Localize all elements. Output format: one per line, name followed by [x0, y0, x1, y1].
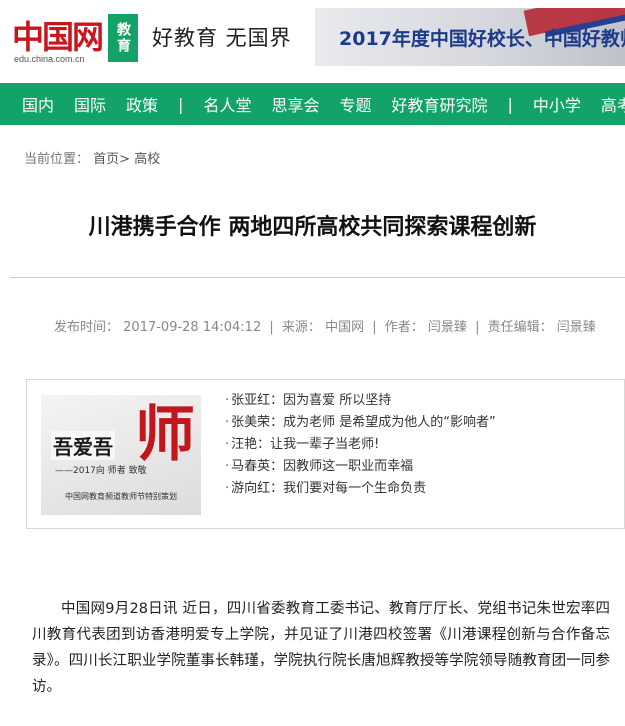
- teacher-promo-image[interactable]: 师 吾爱吾 ——2017向 师者 致敬 中国网教育频道教师节特别策划: [41, 395, 201, 515]
- breadcrumb-home-link[interactable]: 首页>: [93, 152, 130, 167]
- related-link-text: 汪艳：让我一辈子当老师!: [231, 437, 380, 452]
- source-value: 中国网: [325, 320, 365, 335]
- nav-item[interactable]: 专题: [339, 92, 371, 116]
- nav-item[interactable]: 政策: [126, 92, 158, 116]
- article-body: 中国网9月28日讯 近日，四川省委教育工委书记、教育厅厅长、党组书记朱世宏率四川…: [32, 596, 610, 700]
- bullet-dot: ·: [225, 415, 230, 430]
- nav-separator: |: [178, 94, 184, 114]
- breadcrumb-label: 当前位置：: [24, 152, 90, 167]
- related-link-text: 张亚红：因为喜爱 所以坚持: [231, 393, 392, 408]
- source-label: 来源：: [281, 320, 321, 335]
- nav-separator: |: [507, 94, 513, 114]
- breadcrumb-current-link[interactable]: 高校: [134, 152, 160, 167]
- logo-channel-badge: 教育: [108, 14, 138, 62]
- author-label: 作者：: [384, 320, 424, 335]
- nav-item[interactable]: 国内: [22, 92, 54, 116]
- related-link[interactable]: · 游向红：我们要对每一个生命负责: [225, 478, 496, 500]
- site-logo[interactable]: 中国网 教育 edu.china.com.cn: [8, 10, 138, 68]
- editor-label: 责任编辑：: [487, 320, 553, 335]
- published-label: 发布时间：: [54, 320, 120, 335]
- bullet-dot: ·: [225, 437, 230, 452]
- site-header: 中国网 教育 edu.china.com.cn 好教育 无国界 2017年度中国…: [0, 0, 625, 82]
- logo-text: 中国网: [12, 18, 104, 56]
- published-time: 2017-09-28 14:04:12: [123, 320, 262, 335]
- related-link-text: 游向红：我们要对每一个生命负责: [231, 481, 427, 496]
- related-links: · 张亚红：因为喜爱 所以坚持 · 张美荣：成为老师 是希望成为他人的“影响者” · 汪艳…: [225, 390, 496, 500]
- article-title: 川港携手合作 两地四所高校共同探索课程创新: [88, 215, 537, 240]
- meta-separator: |: [269, 320, 274, 335]
- related-link[interactable]: · 汪艳：让我一辈子当老师!: [225, 434, 496, 456]
- related-link[interactable]: · 马春英：因教师这一职业而幸福: [225, 456, 496, 478]
- author-value: 闫景臻: [427, 320, 467, 335]
- nav-item[interactable]: 好教育研究院: [391, 92, 487, 116]
- promo-footer: 中国网教育频道教师节特别策划: [65, 492, 177, 501]
- nav-item[interactable]: 名人堂: [203, 92, 251, 116]
- promo-title: 吾爱吾: [51, 431, 115, 460]
- article-paragraph: 中国网9月28日讯 近日，四川省委教育工委书记、教育厅厅长、党组书记朱世宏率四川…: [32, 601, 610, 695]
- logo-url: edu.china.com.cn: [14, 54, 85, 64]
- bullet-dot: ·: [225, 393, 230, 408]
- main-nav: 国内 国际 政策 | 名人堂 思享会 专题 好教育研究院 | 中小学 高考: [0, 83, 625, 125]
- bullet-dot: ·: [225, 459, 230, 474]
- meta-separator: |: [475, 320, 480, 335]
- editor-value: 闫景臻: [556, 320, 596, 335]
- breadcrumb: 当前位置： 首页> 高校: [24, 148, 160, 167]
- related-link[interactable]: · 张美荣：成为老师 是希望成为他人的“影响者”: [225, 412, 496, 434]
- promo-subtitle: ——2017向 师者 致敬: [55, 466, 147, 476]
- related-box: 师 吾爱吾 ——2017向 师者 致敬 中国网教育频道教师节特别策划 · 张亚红：…: [26, 379, 625, 529]
- related-link-text: 张美荣：成为老师 是希望成为他人的“影响者”: [231, 415, 496, 430]
- site-slogan: 好教育 无国界: [152, 26, 292, 50]
- nav-item[interactable]: 思享会: [271, 92, 319, 116]
- related-link[interactable]: · 张亚红：因为喜爱 所以坚持: [225, 390, 496, 412]
- nav-item[interactable]: 中小学: [533, 92, 581, 116]
- meta-separator: |: [372, 320, 377, 335]
- bullet-dot: ·: [225, 481, 230, 496]
- nav-item[interactable]: 高考: [601, 92, 625, 116]
- title-divider: [10, 277, 625, 278]
- promo-red-character: 师: [135, 400, 195, 470]
- banner-text: 2017年度中国好校长、中国好教师: [339, 28, 625, 50]
- article-meta: 发布时间： 2017-09-28 14:04:12 | 来源： 中国网 | 作者…: [54, 316, 596, 335]
- nav-item[interactable]: 国际: [74, 92, 106, 116]
- promo-banner[interactable]: 2017年度中国好校长、中国好教师: [315, 8, 625, 66]
- related-link-text: 马春英：因教师这一职业而幸福: [231, 459, 414, 474]
